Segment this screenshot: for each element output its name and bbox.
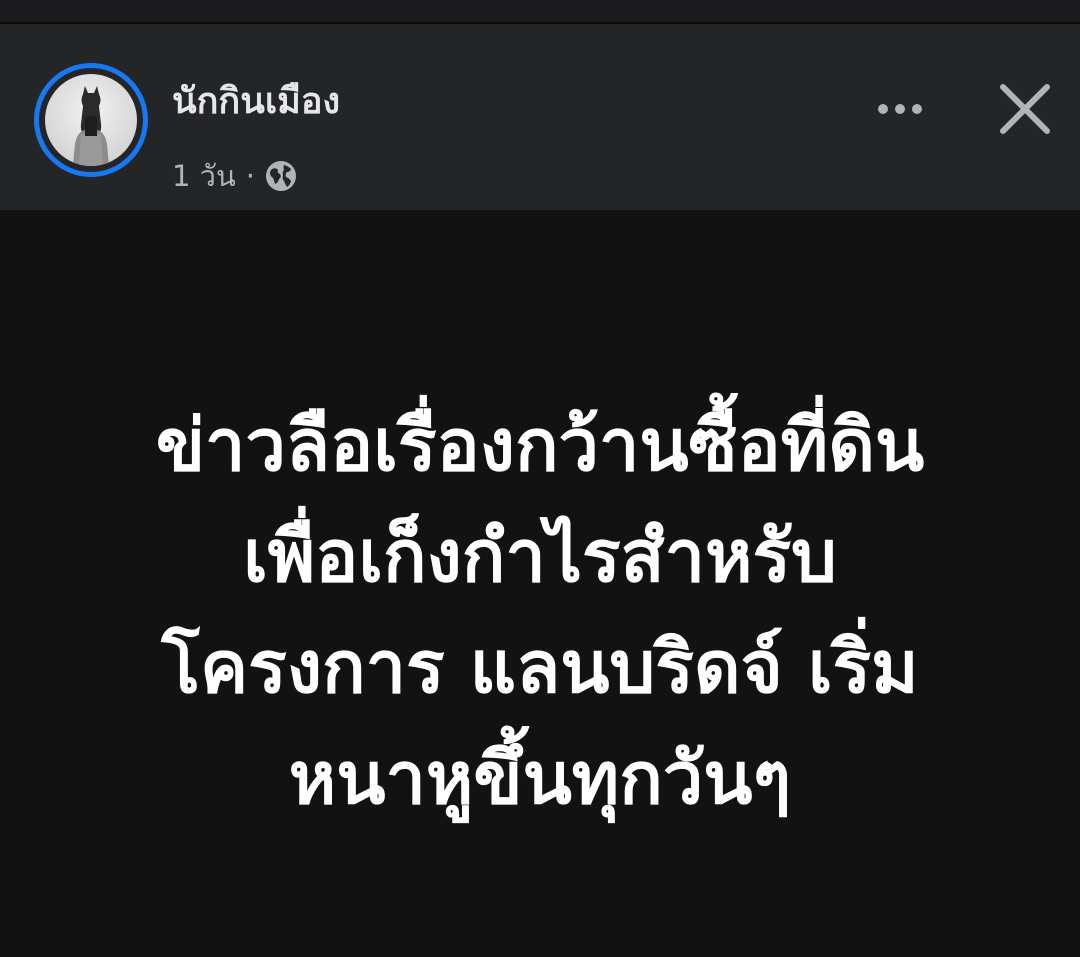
close-button[interactable] (990, 74, 1060, 144)
post-meta: 1 วัน · (172, 154, 297, 198)
post-content: ข่าวลือเรื่องกว้านซื้อที่ดิน เพื่อเก็งกำ… (0, 210, 1080, 957)
more-horizontal-icon (878, 104, 888, 114)
more-dot (895, 104, 905, 114)
post-text-line: เพื่อเก็งกำไรสำหรับ (243, 514, 837, 598)
close-icon (1000, 84, 1050, 134)
meta-separator: · (245, 159, 255, 193)
avatar-image (45, 74, 137, 166)
globe-icon (265, 160, 297, 192)
top-status-strip (0, 0, 1080, 24)
post-timestamp[interactable]: 1 วัน (172, 153, 236, 199)
more-options-button[interactable] (862, 82, 938, 136)
post-text-line: หนาหูขึ้นทุกวันๆ (288, 736, 792, 820)
author-avatar[interactable] (34, 63, 148, 177)
author-name[interactable]: นักกินเมือง (172, 84, 340, 120)
more-dot (912, 104, 922, 114)
post-text-line: ข่าวลือเรื่องกว้านซื้อที่ดิน (155, 403, 925, 487)
post-header: นักกินเมือง 1 วัน · (0, 24, 1080, 210)
post-text: ข่าวลือเรื่องกว้านซื้อที่ดิน เพื่อเก็งกำ… (40, 390, 1040, 834)
post-text-line: โครงการ แลนบริดจ์ เริ่ม (161, 625, 919, 709)
